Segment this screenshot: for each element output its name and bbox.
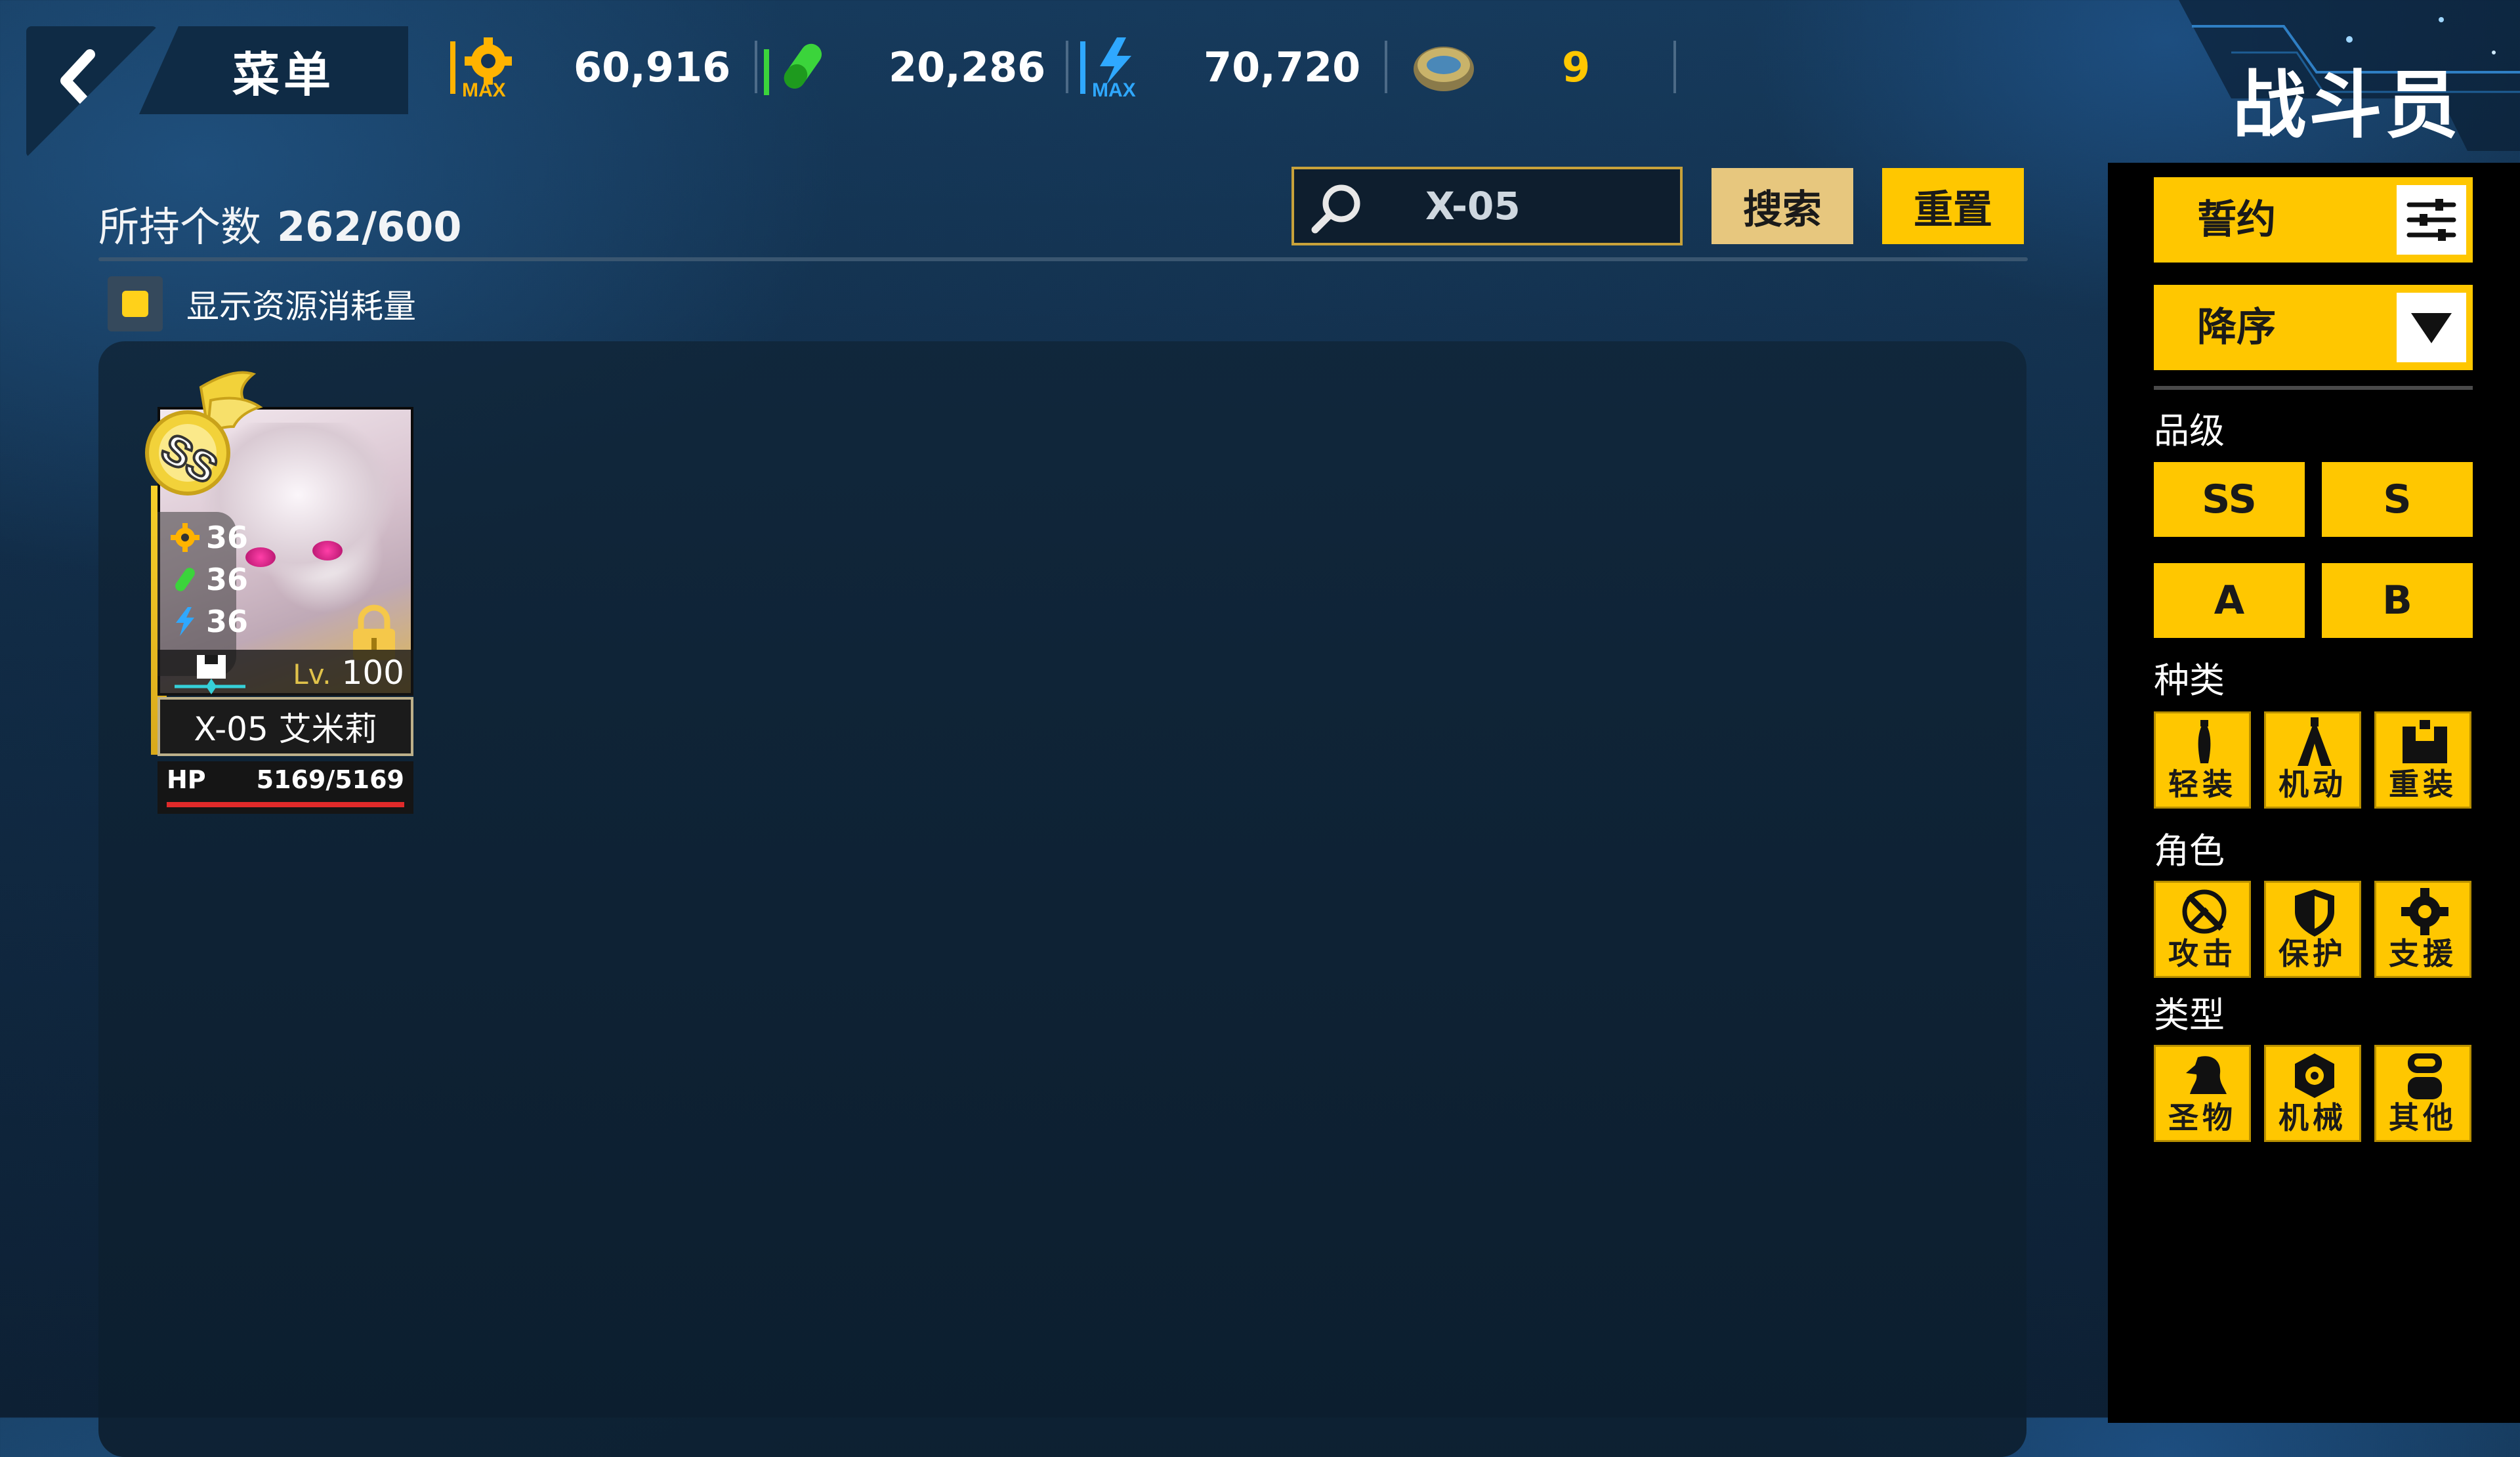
role-attack-label: 攻击 [2168, 936, 2236, 971]
type-machine-button[interactable]: 机械 [2264, 1045, 2361, 1142]
ss-grade-emblem: SS [145, 371, 263, 496]
class-mobility-button[interactable]: 机动 [2264, 711, 2361, 809]
sort-field-label: 誓约 [2197, 197, 2276, 243]
sidebar-divider [2154, 386, 2473, 390]
stat-nutrient: 36 [206, 562, 249, 597]
nutrient-value: 20,286 [889, 43, 1046, 91]
type-machine-label: 机械 [2278, 1100, 2347, 1135]
class-heavy-button[interactable]: 重装 [2374, 711, 2471, 809]
type-other-label: 其他 [2389, 1100, 2457, 1135]
chevron-left-icon [60, 49, 95, 112]
menu-button[interactable]: 菜单 [139, 26, 408, 114]
role-protect-label: 保护 [2278, 936, 2347, 971]
search-button[interactable]: 搜索 [1712, 168, 1853, 244]
sort-order-label: 降序 [2197, 305, 2276, 350]
gear-max-icon: MAX [450, 36, 522, 101]
filter-sidebar: 誓约 降序 品级 SS S A B 种类 轻装 机动 重装 角色 攻击 保护 支… [2108, 163, 2520, 1423]
level-prefix: Lv. [293, 658, 331, 690]
parts-value: 60,916 [574, 43, 731, 91]
sort-order-button[interactable]: 降序 [2154, 285, 2473, 370]
search-icon [1311, 184, 1360, 234]
lightning-icon [176, 607, 194, 636]
owned-label: 所持个数 [98, 203, 262, 251]
role-support-button[interactable]: 支援 [2374, 881, 2471, 978]
role-support-label: 支援 [2389, 936, 2457, 971]
owned-value: 262/600 [277, 203, 462, 251]
divider [755, 41, 757, 93]
divider [1066, 41, 1068, 93]
level-bar: Lv. 100 [158, 650, 413, 696]
class-light-button[interactable]: 轻装 [2154, 711, 2251, 809]
show-resource-toggle[interactable]: 显示资源消耗量 [108, 274, 416, 333]
unit-card[interactable]: 36 36 36 Lv. 100 X-05 艾米莉 HP 5169/5169 S… [145, 371, 413, 827]
grade-b-button[interactable]: B [2322, 563, 2473, 638]
heavy-armor-icon [175, 655, 245, 694]
type-label: 类型 [2154, 994, 2225, 1036]
sort-field-button[interactable]: 誓约 [2154, 177, 2473, 263]
divider [1673, 41, 1676, 93]
grade-ss-button[interactable]: SS [2154, 462, 2305, 537]
type-other-button[interactable]: 其他 [2374, 1045, 2471, 1142]
grade-label: 品级 [2154, 410, 2225, 452]
hp-fill [167, 802, 404, 807]
menu-label: 菜单 [232, 47, 335, 102]
power-value: 70,720 [1204, 43, 1361, 91]
class-label: 种类 [2154, 660, 2225, 701]
capsule-icon [175, 568, 195, 591]
stat-parts: 36 [206, 520, 249, 555]
grade-a-button[interactable]: A [2154, 563, 2305, 638]
search-value: X-05 [1425, 184, 1521, 228]
grade-s-button[interactable]: S [2322, 462, 2473, 537]
header-divider [98, 257, 2028, 261]
checkbox[interactable] [108, 276, 163, 331]
search-input[interactable]: X-05 [1292, 167, 1683, 245]
lightning-max-icon: MAX [1080, 36, 1152, 101]
capsule-icon [764, 36, 836, 98]
owned-count: 所持个数 262/600 [98, 194, 462, 253]
type-bioroid-label: 圣物 [2168, 1100, 2236, 1135]
chevron-down-icon[interactable] [2397, 293, 2466, 362]
svg-text:MAX: MAX [1092, 79, 1136, 98]
hp-bar: HP 5169/5169 [158, 761, 413, 814]
class-heavy-label: 重装 [2389, 767, 2457, 802]
role-label: 角色 [2154, 830, 2225, 872]
divider [1385, 41, 1387, 93]
tuna-value: 9 [1562, 43, 1591, 91]
reset-button[interactable]: 重置 [1882, 168, 2024, 244]
tuna-can-icon [1411, 36, 1483, 98]
role-attack-button[interactable]: 攻击 [2154, 881, 2251, 978]
class-mobility-label: 机动 [2278, 767, 2347, 802]
page-title: 战斗员 [2233, 63, 2461, 148]
hp-label: HP [167, 765, 206, 794]
show-resource-label: 显示资源消耗量 [186, 287, 416, 326]
type-bioroid-button[interactable]: 圣物 [2154, 1045, 2251, 1142]
stat-power: 36 [206, 604, 249, 639]
class-light-label: 轻装 [2168, 767, 2236, 802]
unit-name: X-05 艾米莉 [158, 697, 413, 756]
filter-settings-icon[interactable] [2397, 185, 2466, 255]
role-protect-button[interactable]: 保护 [2264, 881, 2361, 978]
gear-icon [171, 523, 200, 552]
hp-value: 5169/5169 [256, 765, 404, 794]
level-value: 100 [341, 654, 404, 692]
svg-text:MAX: MAX [462, 79, 506, 98]
back-button[interactable] [26, 26, 158, 158]
